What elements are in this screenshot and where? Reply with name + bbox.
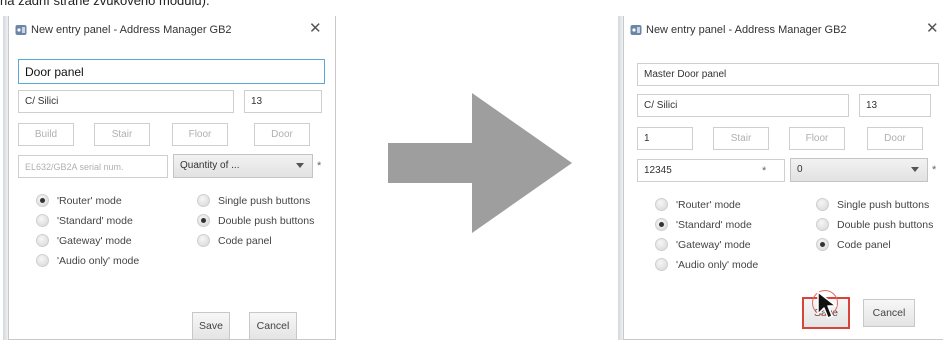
floor-input[interactable] [172,123,228,146]
radio-label: Code panel [837,238,891,251]
quantity-select-value: Quantity of ... [180,160,240,171]
radio-label: Single push buttons [218,194,311,207]
radio-circle [197,194,210,207]
number-input[interactable] [859,94,931,117]
radio-label: Single push buttons [837,198,930,211]
app-icon [15,25,27,35]
dialog-after: New entry panel - Address Manager GB2 ✕ … [623,16,943,340]
dialog-before: New entry panel - Address Manager GB2 ✕ … [8,16,336,340]
radio-circle [655,218,668,231]
title-bar: New entry panel - Address Manager GB2 ✕ [9,16,335,42]
quantity-select-value: 0 [797,164,803,175]
radio-audio-only-mode[interactable]: 'Audio only' mode [655,258,758,271]
app-icon [630,25,642,35]
radio-circle [655,238,668,251]
radio-circle [816,198,829,211]
required-mark: * [317,160,322,172]
radio-circle [197,214,210,227]
radio-gateway-mode[interactable]: 'Gateway' mode [655,238,751,251]
street-input[interactable] [637,94,849,117]
floor-input[interactable] [789,127,845,150]
radio-circle [816,238,829,251]
caption-text: na zadní straně zvukového modulu). [0,0,210,8]
serial-number-input[interactable] [18,155,168,178]
stair-input[interactable] [94,123,150,146]
radio-circle [36,214,49,227]
radio-label: Code panel [218,234,272,247]
radio-label: 'Router' mode [676,198,741,211]
radio-label: 'Standard' mode [57,214,133,227]
radio-double-push-buttons[interactable]: Double push buttons [816,218,933,231]
radio-code-panel[interactable]: Code panel [197,234,272,247]
radio-router-mode[interactable]: 'Router' mode [655,198,741,211]
close-icon[interactable]: ✕ [926,21,939,36]
chevron-down-icon [911,167,919,172]
radio-circle [36,254,49,267]
radio-standard-mode[interactable]: 'Standard' mode [655,218,752,231]
close-icon[interactable]: ✕ [309,21,322,36]
radio-label: 'Audio only' mode [57,254,140,267]
quantity-select[interactable]: Quantity of ... [173,154,313,178]
radio-label: 'Gateway' mode [676,238,751,251]
radio-single-push-buttons[interactable]: Single push buttons [197,194,310,207]
serial-required-mark: * [762,165,767,177]
radio-label: 'Router' mode [57,194,122,207]
radio-label: 'Gateway' mode [57,234,132,247]
title-bar: New entry panel - Address Manager GB2 ✕ [624,16,943,42]
stair-input[interactable] [713,127,769,150]
chevron-down-icon [296,163,304,168]
radio-gateway-mode[interactable]: 'Gateway' mode [36,234,132,247]
right-arrow-icon [388,93,572,233]
radio-single-push-buttons[interactable]: Single push buttons [816,198,929,211]
quantity-select[interactable]: 0 [790,158,928,182]
radio-circle [36,194,49,207]
required-mark: * [932,164,937,176]
entry-name-input[interactable] [18,59,325,84]
number-input[interactable] [244,90,322,113]
window-title: New entry panel - Address Manager GB2 [31,24,232,36]
radio-circle [197,234,210,247]
radio-circle [816,218,829,231]
radio-label: Double push buttons [218,214,315,227]
build-input[interactable] [637,127,693,150]
street-input[interactable] [18,90,234,113]
window-title: New entry panel - Address Manager GB2 [646,24,847,36]
radio-code-panel[interactable]: Code panel [816,238,891,251]
radio-circle [36,234,49,247]
radio-label: Double push buttons [837,218,934,231]
cancel-button[interactable]: Cancel [249,312,297,340]
entry-name-input[interactable] [637,63,939,86]
radio-double-push-buttons[interactable]: Double push buttons [197,214,314,227]
radio-router-mode[interactable]: 'Router' mode [36,194,122,207]
door-input[interactable] [254,123,310,146]
build-input[interactable] [18,123,74,146]
radio-circle [655,258,668,271]
radio-circle [655,198,668,211]
cancel-button[interactable]: Cancel [863,299,915,327]
radio-label: 'Audio only' mode [676,258,759,271]
radio-standard-mode[interactable]: 'Standard' mode [36,214,133,227]
door-input[interactable] [867,127,923,150]
radio-audio-only-mode[interactable]: 'Audio only' mode [36,254,139,267]
radio-label: 'Standard' mode [676,218,752,231]
mouse-pointer-icon [817,291,837,319]
save-button[interactable]: Save [192,312,230,340]
